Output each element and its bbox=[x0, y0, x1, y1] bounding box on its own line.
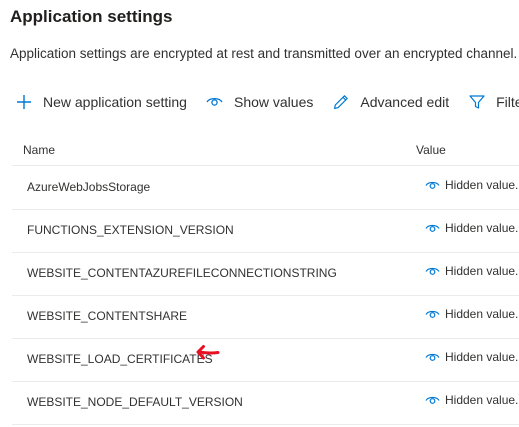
hidden-value-text: Hidden value. bbox=[445, 350, 519, 364]
column-header-value[interactable]: Value bbox=[416, 143, 446, 157]
table-row[interactable]: WEBSITE_CONTENTAZUREFILECONNECTIONSTRING… bbox=[12, 253, 519, 296]
show-values-button[interactable]: Show values bbox=[205, 92, 313, 112]
table-row[interactable]: WEBSITE_NODE_DEFAULT_VERSION Hidden valu… bbox=[12, 382, 519, 425]
toolbar: New application setting Show values Adva… bbox=[14, 90, 519, 114]
setting-value: Hidden value. bbox=[425, 393, 518, 407]
eye-icon[interactable] bbox=[425, 180, 440, 191]
red-arrow-icon bbox=[194, 343, 220, 361]
setting-name[interactable]: WEBSITE_CONTENTAZUREFILECONNECTIONSTRING bbox=[27, 266, 337, 280]
setting-name[interactable]: WEBSITE_NODE_DEFAULT_VERSION bbox=[27, 395, 243, 409]
app-settings-page: Application settings Application setting… bbox=[0, 0, 519, 427]
settings-table: AzureWebJobsStorage Hidden value. FUNCTI… bbox=[12, 167, 519, 425]
hidden-value-text: Hidden value. bbox=[445, 264, 519, 278]
hidden-value-text: Hidden value. bbox=[445, 307, 519, 321]
new-application-setting-button[interactable]: New application setting bbox=[14, 92, 187, 112]
eye-icon bbox=[205, 92, 225, 112]
eye-icon[interactable] bbox=[425, 223, 440, 234]
new-application-setting-label: New application setting bbox=[43, 94, 187, 110]
show-values-label: Show values bbox=[233, 94, 314, 110]
hidden-value-text: Hidden value. bbox=[445, 178, 519, 192]
eye-icon[interactable] bbox=[425, 395, 440, 406]
eye-icon[interactable] bbox=[425, 309, 440, 320]
setting-name[interactable]: AzureWebJobsStorage bbox=[27, 180, 150, 194]
table-row[interactable]: FUNCTIONS_EXTENSION_VERSION Hidden value… bbox=[12, 210, 519, 253]
filter-label: Filter bbox=[496, 94, 519, 110]
table-row[interactable]: WEBSITE_CONTENTSHARE Hidden value. bbox=[12, 296, 519, 339]
setting-value: Hidden value. bbox=[425, 264, 518, 278]
setting-name[interactable]: FUNCTIONS_EXTENSION_VERSION bbox=[27, 223, 234, 237]
hidden-value-text: Hidden value. bbox=[445, 221, 519, 235]
table-header: Name Value bbox=[12, 140, 519, 166]
setting-name[interactable]: WEBSITE_CONTENTSHARE bbox=[27, 309, 187, 323]
eye-icon[interactable] bbox=[425, 266, 440, 277]
advanced-edit-button[interactable]: Advanced edit bbox=[331, 92, 449, 112]
section-title: Application settings bbox=[10, 7, 173, 26]
pencil-icon bbox=[331, 92, 351, 112]
filter-button[interactable]: Filter bbox=[467, 92, 519, 112]
table-row[interactable]: AzureWebJobsStorage Hidden value. bbox=[12, 167, 519, 210]
setting-value: Hidden value. bbox=[425, 221, 518, 235]
eye-icon[interactable] bbox=[425, 352, 440, 363]
table-row[interactable]: WEBSITE_LOAD_CERTIFICATES Hidden value. bbox=[12, 339, 519, 382]
setting-name[interactable]: WEBSITE_LOAD_CERTIFICATES bbox=[27, 352, 213, 366]
section-description: Application settings are encrypted at re… bbox=[10, 46, 518, 61]
setting-value: Hidden value. bbox=[425, 307, 518, 321]
setting-value: Hidden value. bbox=[425, 350, 518, 364]
plus-icon bbox=[14, 92, 34, 112]
setting-value: Hidden value. bbox=[425, 178, 518, 192]
filter-icon bbox=[467, 92, 487, 112]
advanced-edit-label: Advanced edit bbox=[360, 94, 450, 110]
column-header-name[interactable]: Name bbox=[23, 143, 55, 157]
hidden-value-text: Hidden value. bbox=[445, 393, 519, 407]
